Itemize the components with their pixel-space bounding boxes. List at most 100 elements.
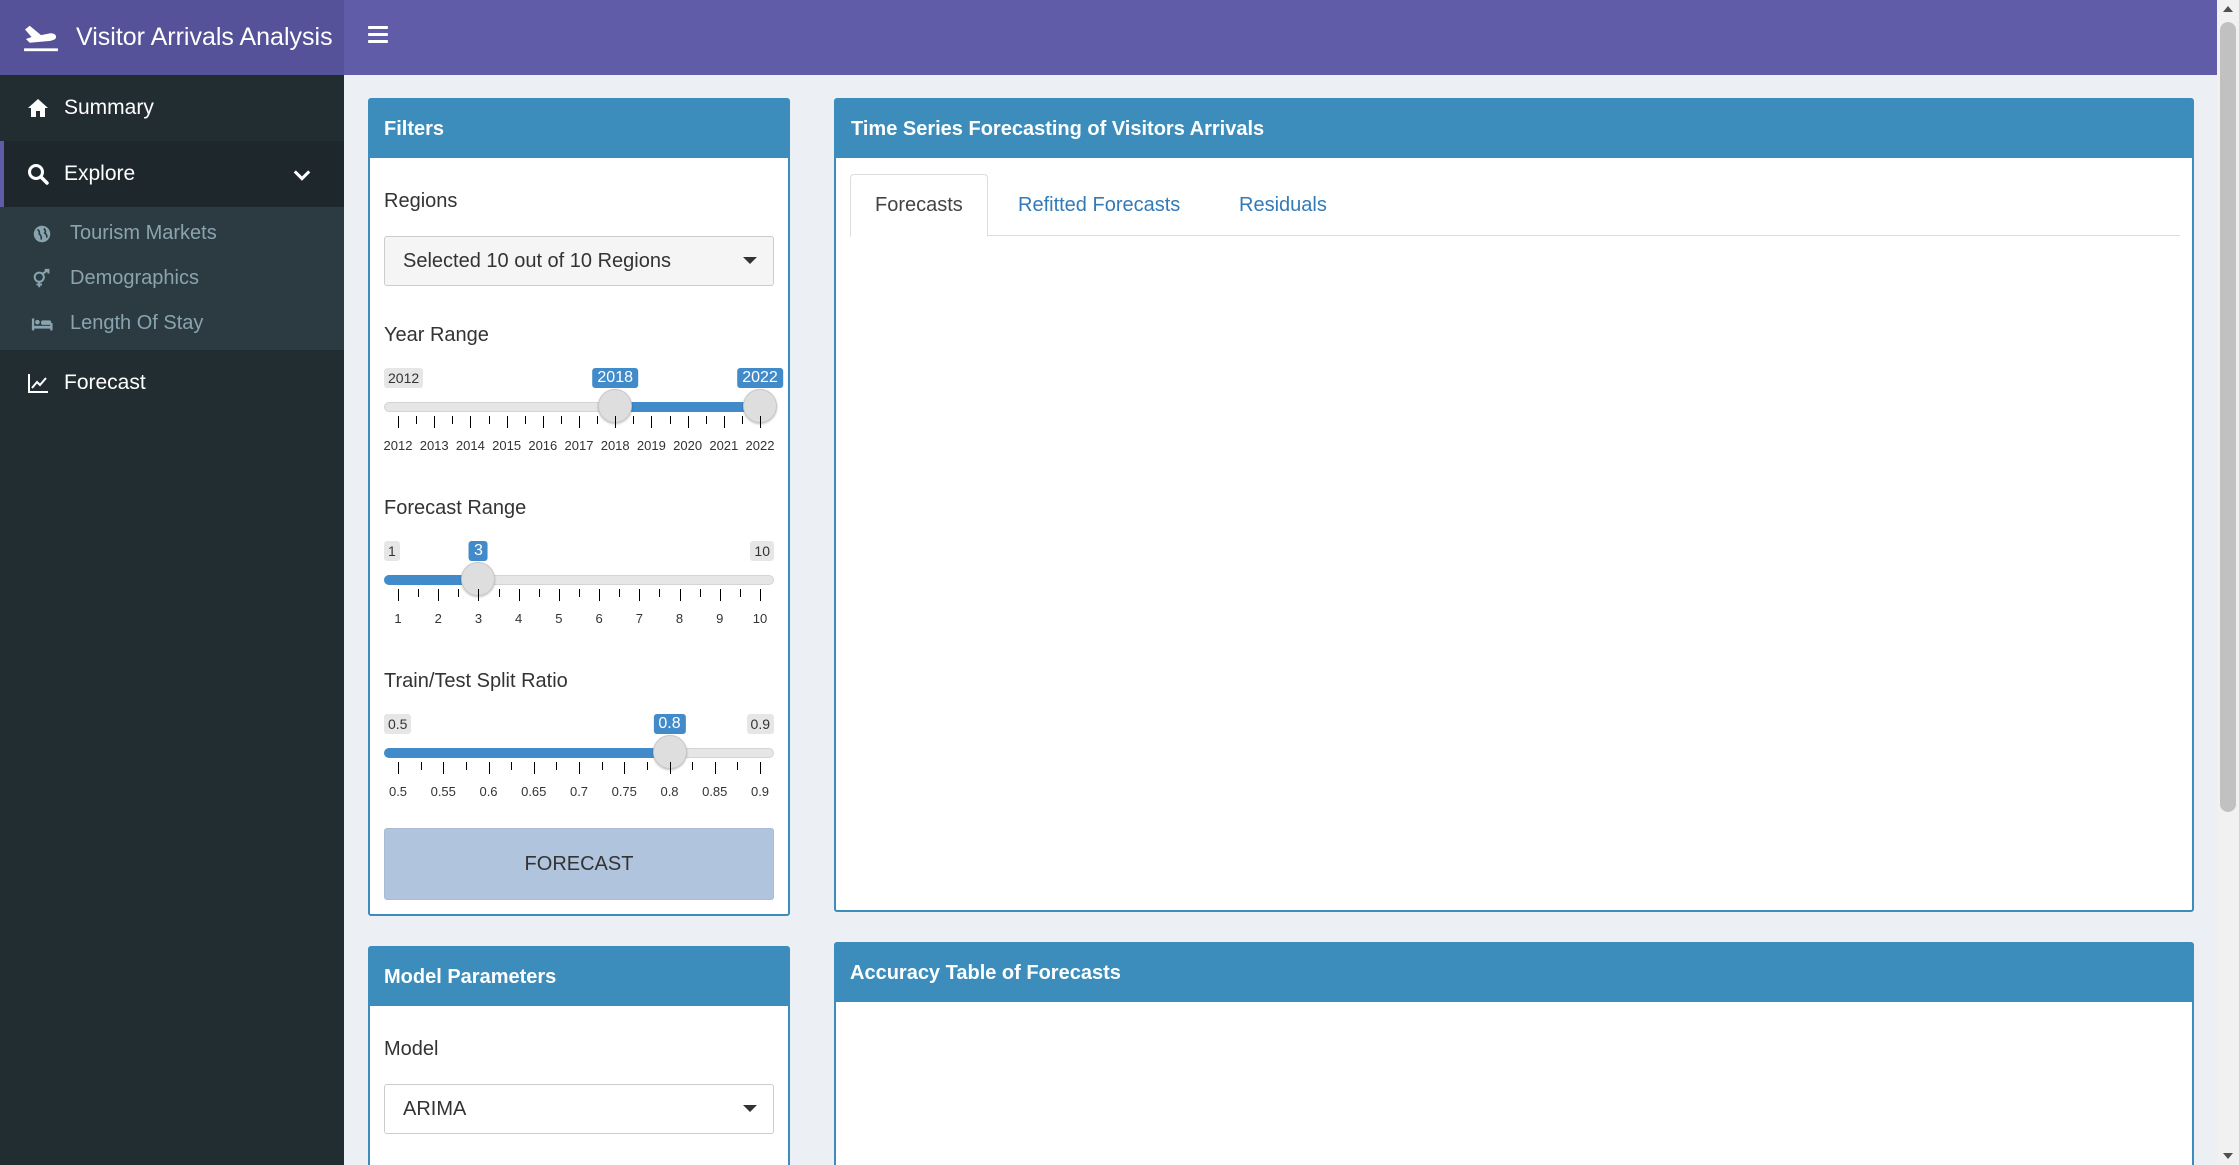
slider-tick-label: 2020 — [673, 438, 703, 453]
slider-tick — [558, 589, 560, 601]
slider-tick — [633, 416, 635, 424]
slider-tick — [438, 589, 440, 601]
slider-to-value: 2022 — [737, 368, 783, 388]
logo-bar[interactable]: Visitor Arrivals Analysis — [0, 0, 344, 75]
tab-residuals[interactable]: Residuals — [1215, 174, 1351, 236]
slider-tick — [723, 416, 725, 428]
slider-max-label: 0.9 — [746, 714, 774, 734]
forecast-button[interactable]: FORECAST — [384, 828, 774, 900]
slider-tick-label: 2015 — [492, 438, 522, 453]
forecast-panel-title: Time Series Forecasting of Visitors Arri… — [836, 100, 2192, 158]
scroll-up-icon[interactable] — [2223, 6, 2233, 12]
sidebar-item-demographics[interactable]: Demographics — [0, 256, 344, 301]
slider-fill — [615, 402, 760, 412]
slider-tick-label: 2017 — [564, 438, 594, 453]
caret-down-icon — [743, 257, 757, 264]
sidebar-subitem-label: Demographics — [70, 267, 199, 289]
forecast-range-label: Forecast Range — [384, 497, 527, 519]
filters-title: Filters — [370, 100, 788, 158]
globe-icon — [33, 225, 51, 242]
slider-tick — [420, 762, 422, 770]
slider-tick-label: 9 — [716, 611, 724, 626]
slider-tick — [679, 589, 681, 601]
model-parameters-title: Model Parameters — [370, 948, 788, 1006]
slider-tick — [714, 762, 716, 774]
slider-tick — [579, 416, 580, 428]
slider-tick — [533, 762, 535, 774]
slider-tick — [737, 762, 739, 770]
slider-tick-label: 2 — [434, 611, 442, 626]
regions-select[interactable]: Selected 10 out of 10 Regions — [384, 236, 774, 286]
search-icon — [28, 164, 49, 185]
sidebar-toggle-button[interactable] — [368, 26, 388, 46]
slider-tick — [452, 416, 454, 424]
slider-tick — [601, 762, 603, 770]
sidebar-item-forecast[interactable]: Forecast — [0, 350, 344, 416]
slider-value: 3 — [468, 541, 488, 561]
slider-tick — [579, 589, 580, 597]
model-label: Model — [384, 1038, 439, 1060]
slider-tick — [518, 589, 520, 601]
slider-tick-label: 2022 — [745, 438, 775, 453]
slider-tick-label: 8 — [675, 611, 684, 626]
sidebar-item-label: Forecast — [64, 371, 146, 394]
split-ratio-slider[interactable]: 0.5 0.9 0.8 0.5 0.55 0.6 0.65 0.7 0.75 0.8 0.85 0.9 — [384, 714, 774, 808]
slider-tick — [542, 416, 544, 428]
page-scrollbar[interactable] — [2217, 0, 2239, 1165]
slider-tick — [538, 589, 540, 597]
sidebar: Summary Explore Tourism Markets Demograp… — [0, 75, 344, 1165]
slider-tick-label: 2016 — [528, 438, 558, 453]
caret-down-icon — [743, 1105, 757, 1112]
slider-tick — [705, 416, 707, 424]
slider-tick — [458, 589, 460, 597]
slider-tick-label: 10 — [752, 611, 768, 626]
slider-tick — [488, 416, 490, 424]
slider-tick-label: 0.5 — [388, 784, 408, 799]
year-range-label: Year Range — [384, 324, 489, 346]
slider-tick-label: 1 — [394, 611, 402, 626]
slider-tick — [760, 589, 761, 601]
slider-tick — [646, 762, 648, 770]
slider-min-label: 2012 — [384, 368, 424, 388]
forecast-range-slider[interactable]: 1 10 3 1 2 3 4 5 6 7 8 9 10 — [384, 541, 774, 635]
model-select[interactable]: ARIMA — [384, 1084, 774, 1134]
scrollbar-thumb[interactable] — [2220, 22, 2236, 812]
slider-tick-label: 2019 — [636, 438, 666, 453]
slider-min-label: 0.5 — [384, 714, 412, 734]
regions-label: Regions — [384, 190, 458, 212]
slider-tick — [687, 416, 689, 428]
slider-tick-label: 2013 — [419, 438, 449, 453]
app-title: Visitor Arrivals Analysis — [76, 23, 333, 51]
filters-box: Filters Regions Selected 10 out of 10 Re… — [368, 98, 790, 916]
slider-tick — [511, 762, 513, 770]
sidebar-subitem-label: Length Of Stay — [70, 312, 204, 334]
slider-tick — [524, 416, 526, 424]
split-ratio-label: Train/Test Split Ratio — [384, 670, 568, 692]
slider-from-value: 2018 — [592, 368, 638, 388]
slider-tick-label: 0.9 — [750, 784, 770, 799]
slider-tick — [651, 416, 653, 428]
slider-tick-label: 0.85 — [702, 784, 728, 799]
sidebar-subitem-label: Tourism Markets — [70, 222, 217, 244]
slider-tick — [739, 589, 741, 597]
slider-tick-label: 3 — [474, 611, 483, 626]
slider-tick — [416, 416, 418, 424]
scroll-down-icon[interactable] — [2223, 1153, 2233, 1159]
sidebar-item-summary[interactable]: Summary — [0, 75, 344, 141]
forecast-tabs: Forecasts Refitted Forecasts Residuals — [850, 174, 2180, 237]
slider-tick — [597, 416, 599, 424]
venus-mars-icon — [33, 268, 50, 287]
slider-tick — [719, 589, 721, 601]
slider-tick — [579, 762, 580, 774]
slider-tick — [560, 416, 562, 424]
year-range-slider[interactable]: 2012 2018 2022 2012 2013 2014 2015 2016 2017 2018… — [384, 368, 783, 462]
slider-max-label: 10 — [750, 541, 774, 561]
slider-tick-label: 0.6 — [479, 784, 498, 799]
tab-forecasts[interactable]: Forecasts — [850, 174, 988, 237]
sidebar-item-tourism-markets[interactable]: Tourism Markets — [0, 211, 344, 256]
model-value: ARIMA — [403, 1097, 467, 1120]
tab-refitted-forecasts[interactable]: Refitted Forecasts — [994, 174, 1204, 236]
slider-tick — [478, 589, 480, 601]
sidebar-item-length-of-stay[interactable]: Length Of Stay — [0, 301, 344, 346]
sidebar-item-explore[interactable]: Explore — [0, 141, 344, 207]
